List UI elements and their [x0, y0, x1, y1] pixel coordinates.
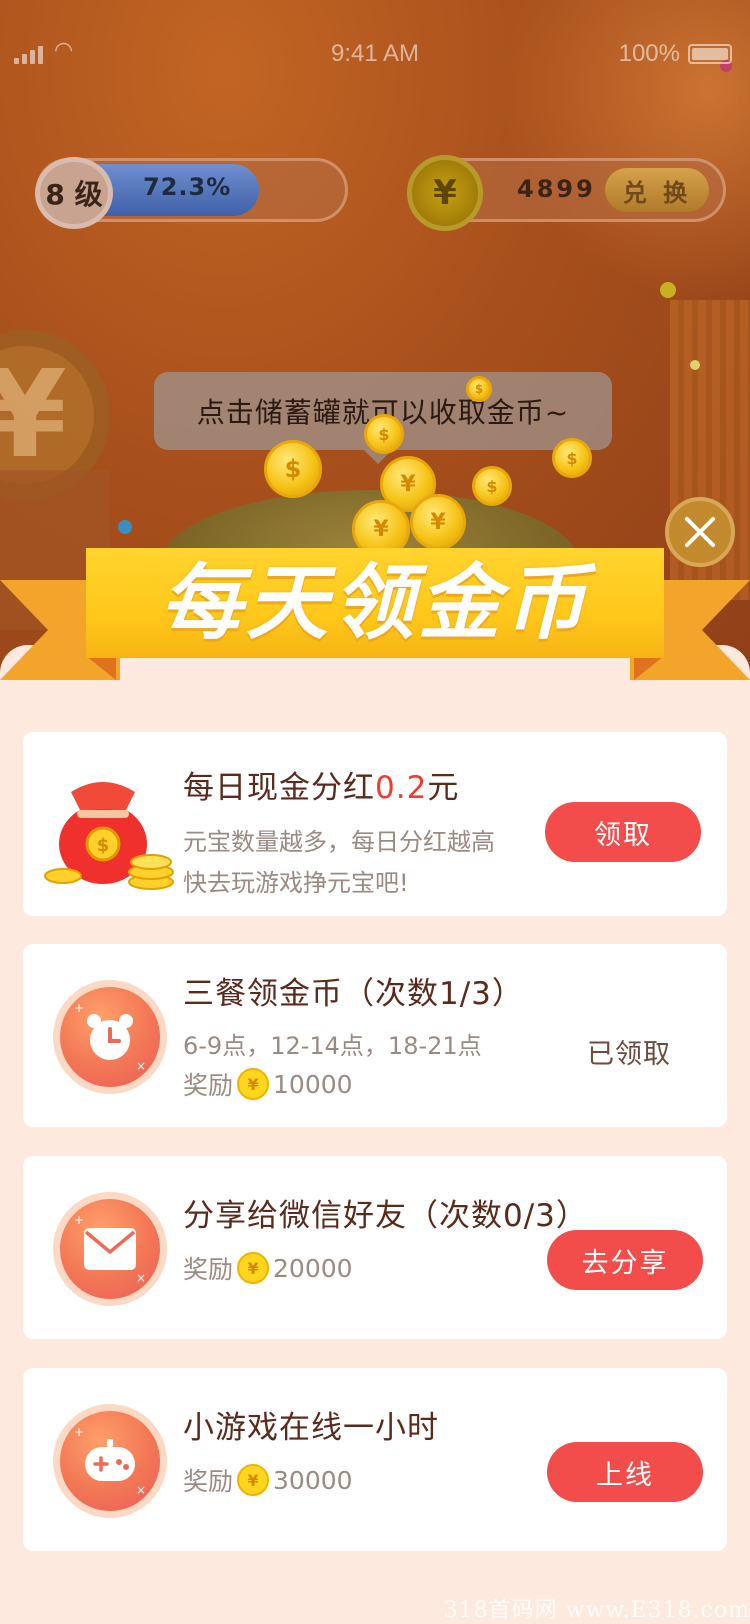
task-reward: 奖励 ¥ 30000: [183, 1464, 353, 1496]
watermark: 318首码网 www.E318.com: [443, 1598, 750, 1623]
svg-text:$: $: [97, 835, 110, 856]
task-reward: 奖励 ¥ 20000: [183, 1252, 353, 1284]
status-bar: ◠ 9:41 AM 100%: [0, 0, 750, 110]
coin-icon: $: [552, 438, 592, 478]
task-icon: + ×: [53, 980, 167, 1094]
task-card-share-wechat: + × 分享给微信好友（次数0/3） 奖励 ¥ 20000 去分享: [23, 1156, 727, 1339]
task-description: 快去玩游戏挣元宝吧!: [183, 869, 409, 897]
coin-icon: $: [466, 376, 492, 402]
confetti-dot: [660, 282, 676, 298]
task-title: 三餐领金币（次数1/3）: [183, 976, 524, 1012]
coin-icon: $: [472, 466, 512, 506]
coin-icon: ¥: [237, 1068, 270, 1100]
envelope-icon: [84, 1228, 136, 1270]
coin-icon: ¥: [237, 1464, 270, 1496]
coin-balance: ¥ 4899 兑 换: [407, 155, 726, 231]
coin-icon: $: [264, 440, 322, 498]
task-icon: + ×: [53, 1192, 167, 1306]
task-reward: 奖励 ¥ 10000: [183, 1068, 353, 1100]
claimed-status: 已领取: [587, 1039, 671, 1070]
task-card-daily-dividend: $ 每日现金分红0.2元 元宝数量越多，每日分红越高 快去玩游戏挣元宝吧! 领取: [23, 732, 727, 916]
close-button[interactable]: [665, 497, 735, 567]
task-icon: + ×: [53, 1404, 167, 1518]
task-card-mini-game: + × 小游戏在线一小时 奖励 ¥ 30000 上线: [23, 1368, 727, 1551]
go-online-button[interactable]: 上线: [547, 1442, 703, 1502]
confetti-dot: [118, 520, 132, 534]
close-icon: [685, 517, 715, 547]
banner: 每天领金币: [86, 548, 664, 658]
level-badge: 8 级: [35, 157, 113, 229]
gold-coin-icon: ¥: [407, 155, 483, 231]
coin-amount: 4899: [517, 175, 596, 203]
coin-icon: $: [364, 414, 404, 454]
claim-button[interactable]: 领取: [545, 802, 701, 862]
battery-icon: [688, 44, 732, 64]
battery-percent: 100%: [618, 40, 680, 67]
task-description: 元宝数量越多，每日分红越高: [183, 828, 495, 856]
confetti-dot: [690, 360, 700, 370]
alarm-clock-icon: [87, 1014, 133, 1060]
gamepad-icon: [85, 1439, 135, 1481]
task-title: 分享给微信好友（次数0/3）: [183, 1198, 588, 1234]
banner-title: 每天领金币: [160, 555, 590, 651]
coin-icon: ¥: [237, 1252, 270, 1284]
task-card-three-meals: + × 三餐领金币（次数1/3） 6-9点，12-14点，18-21点 奖励 ¥…: [23, 944, 727, 1127]
task-title: 小游戏在线一小时: [183, 1410, 439, 1446]
money-bag-icon: $: [44, 782, 174, 890]
level-progress-bar: 8 级 72.3%: [35, 157, 348, 229]
share-button[interactable]: 去分享: [547, 1230, 703, 1290]
task-title: 每日现金分红0.2元: [183, 770, 460, 806]
task-time-slots: 6-9点，12-14点，18-21点: [183, 1032, 482, 1060]
exchange-button[interactable]: 兑 换: [605, 168, 709, 212]
level-progress-text: 72.3%: [143, 173, 232, 201]
